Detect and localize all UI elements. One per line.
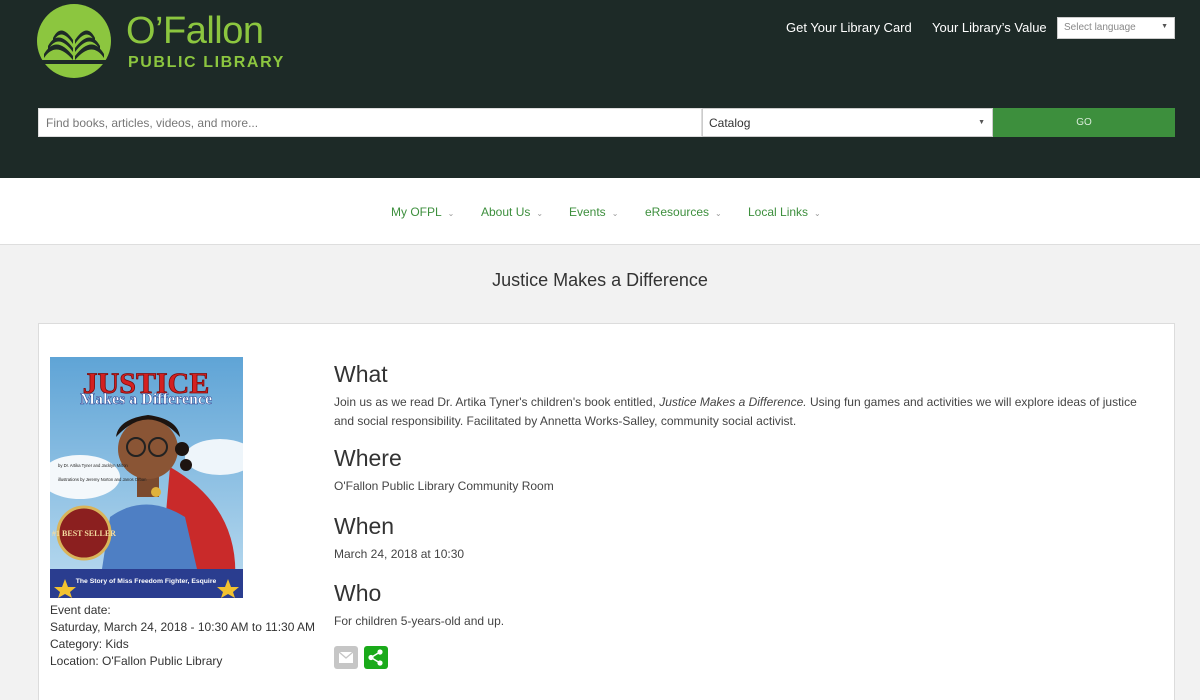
chevron-down-icon: ⌄ xyxy=(611,209,619,218)
nav-item-events[interactable]: Events ⌄ xyxy=(569,205,618,219)
logo-title: O’Fallon xyxy=(126,10,264,52)
nav-item-label: eResources xyxy=(645,205,710,219)
who-heading: Who xyxy=(334,580,382,606)
cover-illustrators: illustrations by Jeremy Norton and Janos… xyxy=(58,477,147,482)
when-heading: When xyxy=(334,513,395,539)
main-nav: My OFPL ⌄ About Us ⌄ Events ⌄ eResources ⌄ L… xyxy=(0,178,1200,245)
nav-item-my-ofpl[interactable]: My OFPL ⌄ xyxy=(391,205,454,219)
cover-subtitle: The Story of Miss Freedom Fighter, Esqui… xyxy=(76,578,217,585)
nav-item-local-links[interactable]: Local Links ⌄ xyxy=(748,205,821,219)
nav-item-label: Local Links xyxy=(748,205,809,219)
share-icon xyxy=(368,649,383,666)
language-select-label: Select language xyxy=(1064,22,1136,33)
nav-item-label: About Us xyxy=(481,205,531,219)
nav-item-label: Events xyxy=(569,205,606,219)
what-text: Join us as we read Dr. Artika Tyner's ch… xyxy=(334,393,1154,431)
nav-item-label: My OFPL xyxy=(391,205,442,219)
book-cover-image: JUSTICE Makes a Difference by Dr. Artika… xyxy=(50,357,243,598)
chevron-down-icon: ⌄ xyxy=(715,209,722,218)
language-select[interactable]: Select language ▼ xyxy=(1057,17,1175,39)
chevron-down-icon: ⌄ xyxy=(814,209,821,218)
nav-item-eresources[interactable]: eResources ⌄ xyxy=(645,205,722,219)
dropdown-arrow-icon: ▼ xyxy=(978,119,985,126)
where-section: Where O'Fallon Public Library Community … xyxy=(334,444,1154,496)
dropdown-arrow-icon: ▼ xyxy=(1161,23,1168,30)
what-text-part-1: Join us as we read Dr. Artika Tyner's ch… xyxy=(334,395,660,409)
library-value-link[interactable]: Your Library’s Value xyxy=(932,20,1047,35)
when-text: March 24, 2018 at 10:30 xyxy=(334,547,465,561)
event-category: Category: Kids xyxy=(50,637,129,651)
share-button[interactable] xyxy=(364,646,388,669)
chevron-down-icon: ⌄ xyxy=(447,209,455,218)
search-input[interactable] xyxy=(38,108,702,137)
get-library-card-link[interactable]: Get Your Library Card xyxy=(786,20,912,35)
logo-subtitle: PUBLIC LIBRARY xyxy=(128,54,285,71)
chevron-down-icon: ⌄ xyxy=(536,209,544,218)
event-date-label: Event date: xyxy=(50,603,111,617)
what-text-book-title: Justice Makes a Difference. xyxy=(659,395,807,409)
what-section: What Join us as we read Dr. Artika Tyner… xyxy=(334,360,1154,431)
when-section: When March 24, 2018 at 10:30 xyxy=(334,512,1154,564)
event-location: Location: O'Fallon Public Library xyxy=(50,654,223,668)
site-header: O’Fallon PUBLIC LIBRARY Get Your Library… xyxy=(0,0,1200,178)
event-card: JUSTICE Makes a Difference by Dr. Artika… xyxy=(38,323,1175,700)
envelope-icon xyxy=(338,651,354,663)
cover-authors: by Dr. Artika Tyner and Jacklyn Milton xyxy=(58,463,128,468)
what-heading: What xyxy=(334,361,388,387)
where-heading: Where xyxy=(334,445,402,471)
page-title: Justice Makes a Difference xyxy=(492,270,708,290)
who-text: For children 5-years-old and up. xyxy=(334,614,505,628)
email-share-button[interactable] xyxy=(334,646,358,669)
event-date-value: Saturday, March 24, 2018 - 10:30 AM to 1… xyxy=(50,620,316,634)
go-button[interactable]: GO xyxy=(993,108,1175,137)
catalog-select-label: Catalog xyxy=(709,116,751,130)
open-book-logo-icon xyxy=(37,4,111,78)
library-logo[interactable]: O’Fallon PUBLIC LIBRARY xyxy=(36,4,286,80)
nav-item-about-us[interactable]: About Us ⌄ xyxy=(481,205,543,219)
catalog-select[interactable]: Catalog ▼ xyxy=(702,108,993,137)
cover-title-line2: Makes a Difference xyxy=(80,391,212,408)
where-text: O'Fallon Public Library Community Room xyxy=(334,479,554,493)
who-section: Who For children 5-years-old and up. xyxy=(334,579,1154,631)
cover-badge: #1 BEST SELLER xyxy=(52,529,116,538)
event-meta: Event date: Saturday, March 24, 2018 - 1… xyxy=(50,602,315,670)
